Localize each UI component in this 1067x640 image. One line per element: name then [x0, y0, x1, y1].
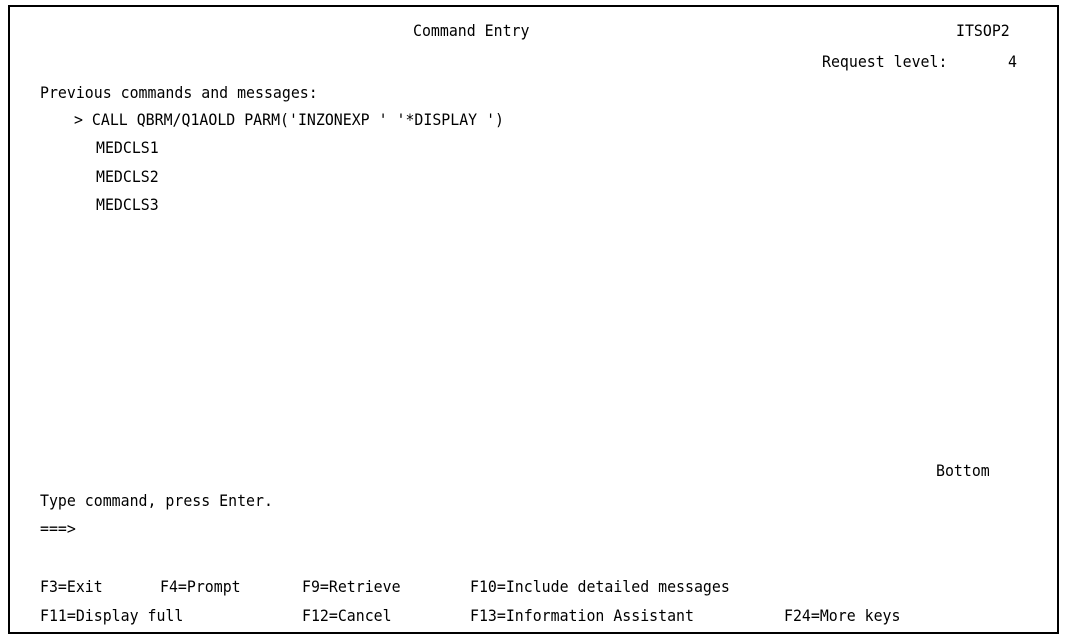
f3-exit-key[interactable]: F3=Exit	[40, 577, 103, 597]
command-prompt-arrow: ===>	[40, 519, 76, 538]
system-name: ITSOP2	[956, 21, 1010, 40]
messages-heading: Previous commands and messages:	[40, 83, 318, 102]
f10-include-detailed-messages-key[interactable]: F10=Include detailed messages	[470, 577, 730, 597]
command-instruction: Type command, press Enter.	[40, 491, 273, 510]
bottom-indicator: Bottom	[936, 461, 990, 480]
f24-more-keys-key[interactable]: F24=More keys	[784, 606, 900, 626]
request-level-label: Request level:	[822, 52, 948, 71]
message-line[interactable]: MEDCLS1	[96, 138, 159, 158]
command-input[interactable]	[88, 519, 1008, 539]
f13-information-assistant-key[interactable]: F13=Information Assistant	[470, 606, 694, 626]
request-level-value: 4	[1008, 52, 1017, 71]
f11-display-full-key[interactable]: F11=Display full	[40, 606, 183, 626]
f4-prompt-key[interactable]: F4=Prompt	[160, 577, 241, 597]
message-line[interactable]: MEDCLS2	[96, 167, 159, 187]
screen-title: Command Entry	[413, 21, 530, 40]
message-line-command[interactable]: > CALL QBRM/Q1AOLD PARM('INZONEXP ' '*DI…	[74, 110, 504, 130]
message-line[interactable]: MEDCLS3	[96, 195, 159, 215]
f9-retrieve-key[interactable]: F9=Retrieve	[302, 577, 401, 597]
f12-cancel-key[interactable]: F12=Cancel	[302, 606, 392, 626]
